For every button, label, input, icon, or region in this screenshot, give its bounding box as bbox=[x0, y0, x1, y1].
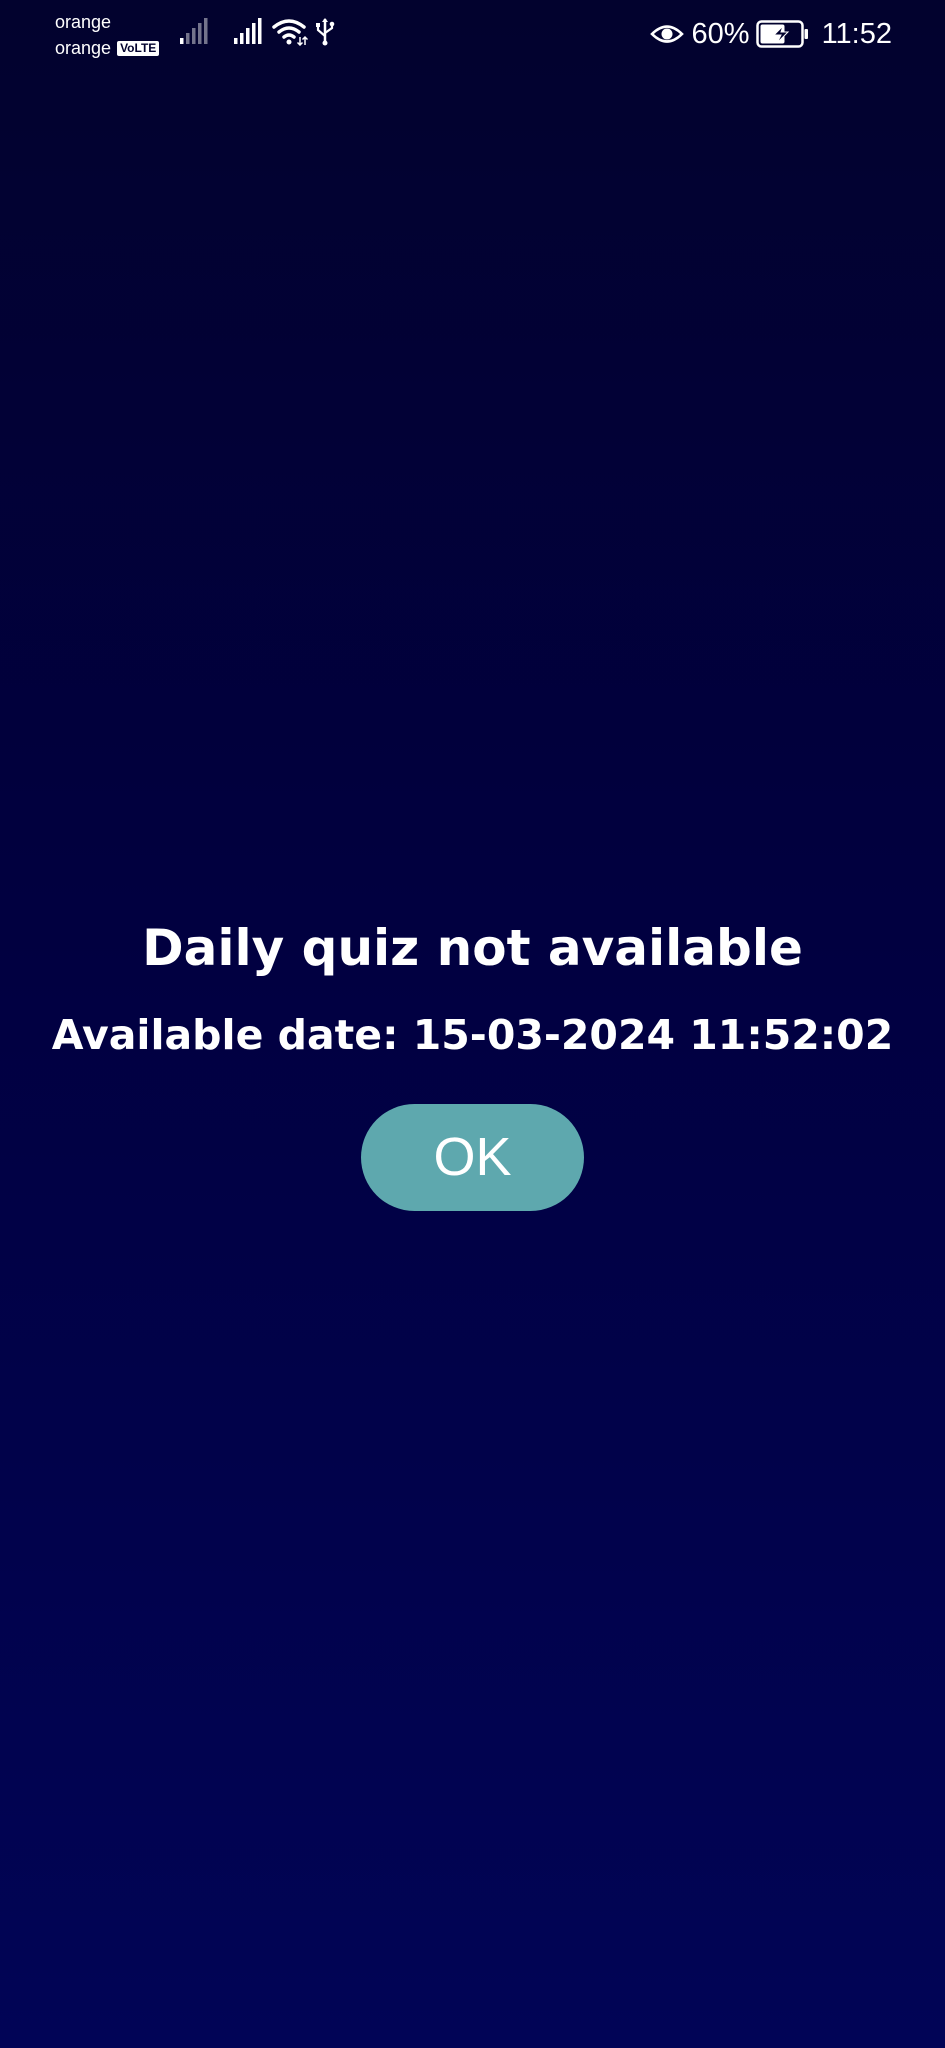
carrier-line-1: orange bbox=[55, 9, 159, 35]
clock: 11:52 bbox=[821, 17, 892, 50]
usb-icon bbox=[314, 16, 336, 50]
status-right: 60% 11:52 bbox=[649, 14, 892, 54]
carrier-info: orange orange VoLTE bbox=[55, 9, 160, 61]
wifi-icon bbox=[272, 16, 309, 50]
carrier-line-2: orange VoLTE bbox=[55, 35, 160, 61]
available-date-message: Available date: 15-03-2024 11:52:02 bbox=[51, 1011, 894, 1059]
battery-percent: 60% bbox=[691, 17, 750, 50]
volte-badge: VoLTE bbox=[117, 40, 160, 56]
carrier-name-1: orange bbox=[55, 12, 112, 32]
signal-weak-icon bbox=[178, 16, 208, 50]
quiz-unavailable-dialog: Daily quiz not available Available date:… bbox=[0, 910, 945, 1211]
ok-button[interactable]: OK bbox=[361, 1104, 584, 1211]
signal-icon bbox=[233, 16, 263, 50]
eye-icon bbox=[649, 22, 684, 46]
carrier-name-2: orange bbox=[55, 38, 112, 58]
battery-charging-icon bbox=[755, 20, 810, 48]
status-bar: orange orange VoLTE 60% 11:52 bbox=[0, 0, 945, 62]
dialog-title: Daily quiz not available bbox=[142, 919, 803, 977]
